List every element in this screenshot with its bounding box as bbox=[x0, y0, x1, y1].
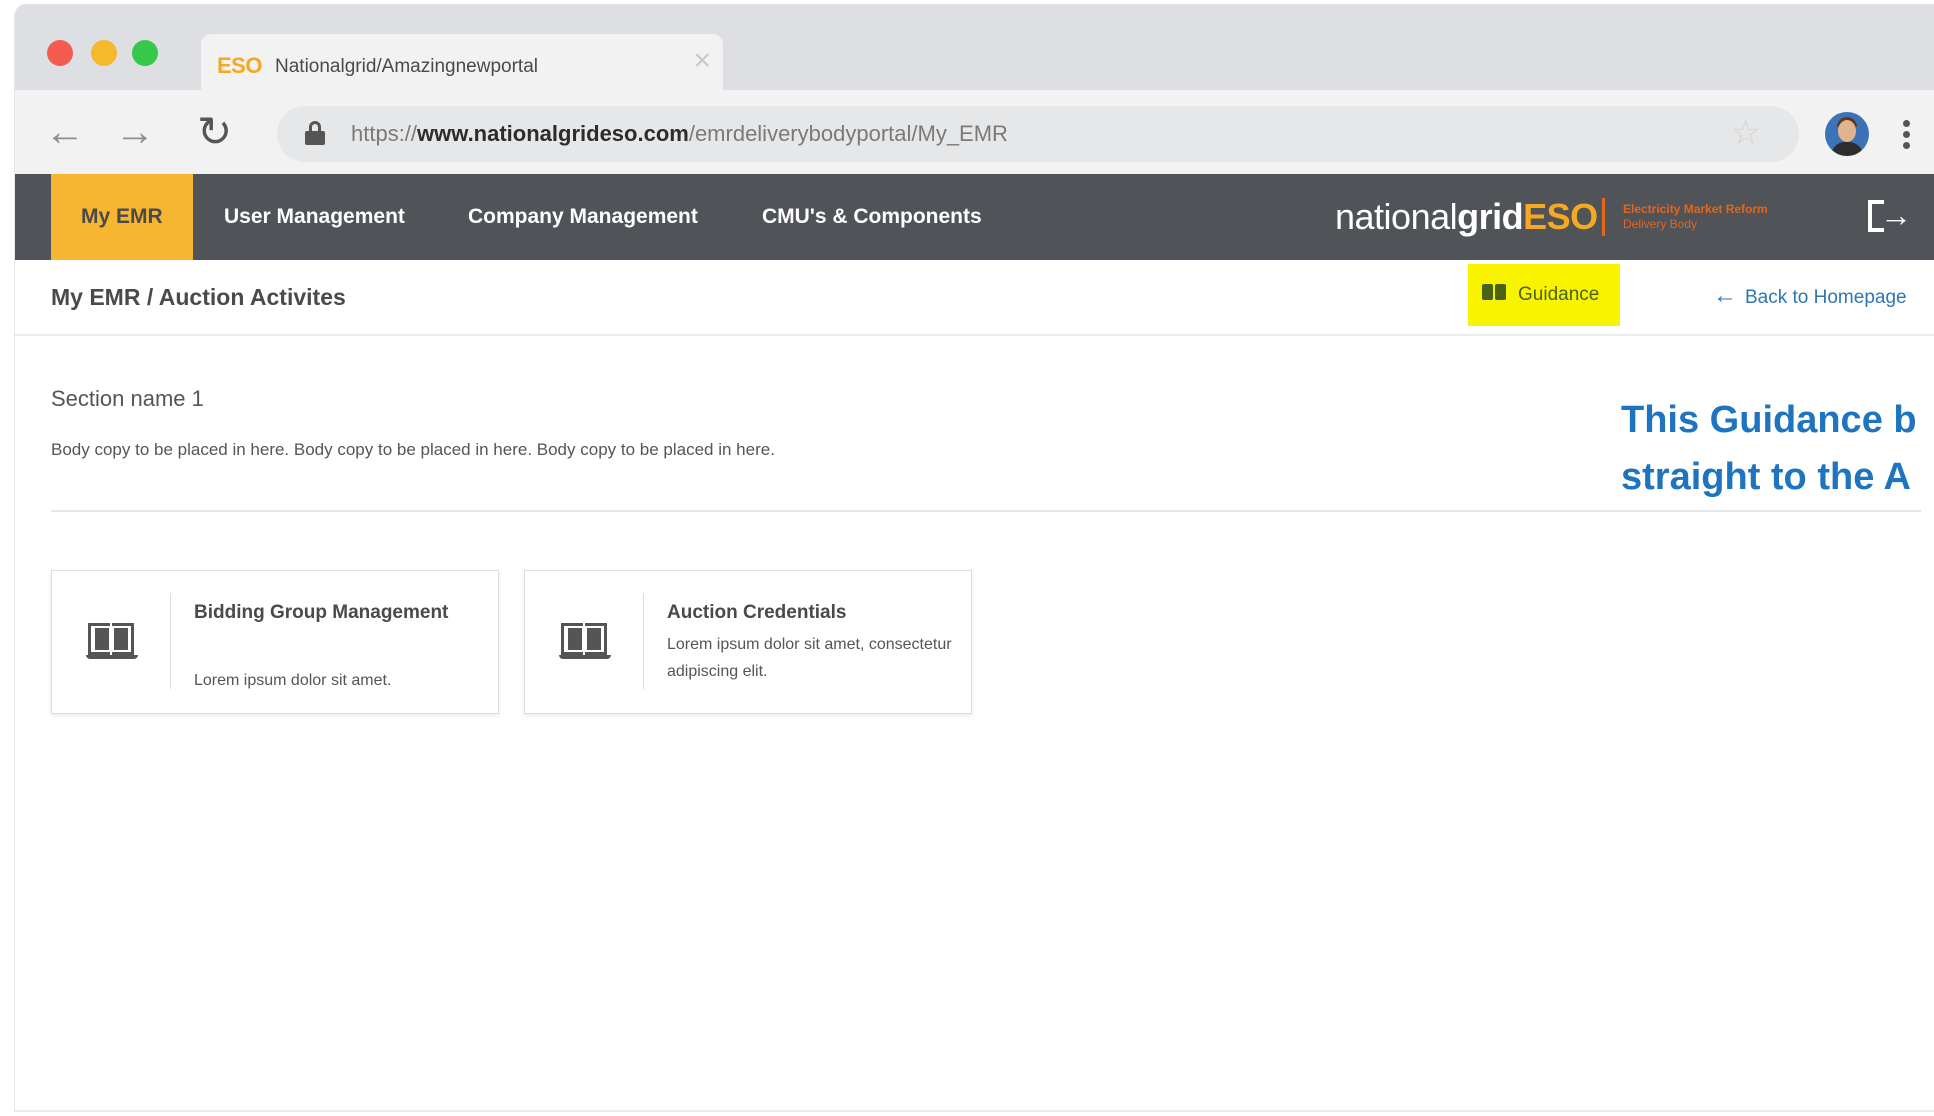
tab-strip: ESO Nationalgrid/Amazingnewportal × bbox=[15, 4, 1934, 94]
book-icon bbox=[559, 623, 611, 661]
url-field[interactable]: https://www.nationalgrideso.com/emrdeliv… bbox=[277, 106, 1799, 162]
maximize-window-dot[interactable] bbox=[132, 40, 158, 66]
url-domain: www.nationalgrideso.com bbox=[417, 121, 689, 146]
guidance-label: Guidance bbox=[1518, 284, 1600, 305]
browser-tab[interactable]: ESO Nationalgrid/Amazingnewportal × bbox=[201, 34, 723, 94]
avatar[interactable] bbox=[1825, 112, 1869, 156]
close-window-dot[interactable] bbox=[47, 40, 73, 66]
section-divider bbox=[51, 510, 1921, 512]
tab-title: Nationalgrid/Amazingnewportal bbox=[275, 56, 538, 77]
browser-window: ESO Nationalgrid/Amazingnewportal × ← → … bbox=[14, 4, 1934, 1112]
card-description: Lorem ipsum dolor sit amet. bbox=[194, 672, 392, 689]
section-title: Section name 1 bbox=[51, 386, 204, 411]
brand-divider bbox=[1602, 198, 1605, 236]
star-icon[interactable]: ☆ bbox=[1731, 116, 1761, 150]
guidance-button[interactable]: Guidance bbox=[1468, 264, 1620, 326]
nav-item-cmus-components[interactable]: CMU's & Components bbox=[762, 174, 982, 260]
app-navbar: My EMR User Management Company Managemen… bbox=[15, 174, 1934, 260]
tab-favicon-text: ESO bbox=[217, 53, 262, 78]
back-to-homepage-link[interactable]: ← Back to Homepage bbox=[1713, 282, 1907, 310]
nav-item-company-management[interactable]: Company Management bbox=[468, 174, 698, 260]
book-icon bbox=[1482, 284, 1508, 302]
brand-logo: nationalgridESO bbox=[1335, 196, 1598, 237]
card-auction-credentials[interactable]: Auction Credentials Lorem ipsum dolor si… bbox=[524, 570, 972, 714]
address-bar: ← → ↻ https://www.nationalgrideso.com/em… bbox=[15, 90, 1934, 174]
menu-kebab-icon[interactable] bbox=[1903, 120, 1911, 152]
book-icon bbox=[86, 623, 138, 661]
card-description: Lorem ipsum dolor sit amet, consectetur … bbox=[667, 636, 952, 680]
minimize-window-dot[interactable] bbox=[91, 40, 117, 66]
back-arrow-icon[interactable]: ← bbox=[45, 112, 85, 152]
left-arrow-icon: ← bbox=[1713, 282, 1737, 309]
nav-item-user-management[interactable]: User Management bbox=[224, 174, 405, 260]
nav-item-my-emr[interactable]: My EMR bbox=[51, 174, 193, 260]
breadcrumb: My EMR / Auction Activites bbox=[51, 284, 346, 310]
guidance-annotation: This Guidance b straight to the A bbox=[1621, 399, 1917, 498]
brand-subtitle: Electricity Market Reform Delivery Body bbox=[1623, 202, 1768, 231]
card-bidding-group-management[interactable]: Bidding Group Management Lorem ipsum dol… bbox=[51, 570, 499, 714]
logout-icon[interactable]: → bbox=[1868, 197, 1912, 236]
url-text[interactable]: https://www.nationalgrideso.com/emrdeliv… bbox=[351, 121, 1008, 147]
forward-arrow-icon[interactable]: → bbox=[115, 112, 155, 152]
card-title: Bidding Group Management bbox=[194, 602, 449, 623]
page-subheader: My EMR / Auction Activites Guidance ← Bac… bbox=[15, 260, 1934, 336]
card-title: Auction Credentials bbox=[667, 602, 847, 623]
close-icon[interactable]: × bbox=[693, 46, 711, 76]
body-copy: Body copy to be placed in here. Body cop… bbox=[51, 440, 775, 459]
lock-icon bbox=[305, 121, 325, 145]
reload-icon[interactable]: ↻ bbox=[197, 111, 232, 153]
